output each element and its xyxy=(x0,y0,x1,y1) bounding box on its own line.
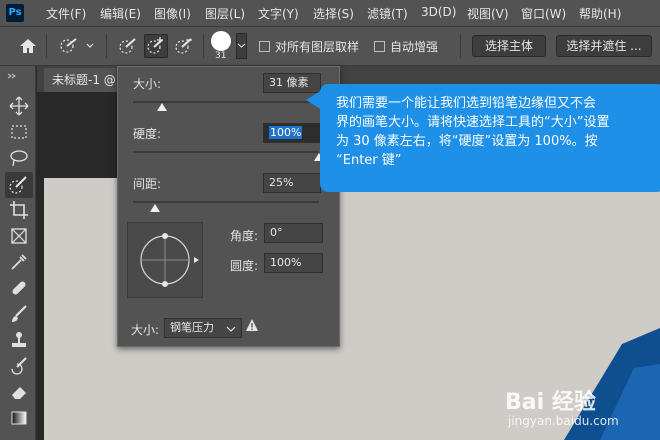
frame-tool-icon[interactable] xyxy=(8,225,30,247)
crop-tool-icon[interactable] xyxy=(8,199,30,221)
menu-filter[interactable]: 滤镜(T) xyxy=(367,5,408,22)
separator xyxy=(106,34,107,58)
instruction-tooltip: 我们需要一个能让我们选到铅笔边缘但又不会 界的画笔大小。请将快速选择工具的“大小… xyxy=(320,84,660,192)
brush-tip-shape-editor[interactable] xyxy=(127,222,203,298)
lasso-tool-icon[interactable] xyxy=(8,147,30,169)
auto-enhance-checkbox[interactable] xyxy=(374,41,385,52)
tooltip-text: 我们需要一个能让我们选到铅笔边缘但又不会 界的画笔大小。请将快速选择工具的“大小… xyxy=(336,96,610,168)
auto-enhance-label: 自动增强 xyxy=(390,40,439,54)
brush-preview-icon[interactable] xyxy=(211,31,231,51)
subtract-from-selection-icon[interactable] xyxy=(173,36,195,56)
menu-layer[interactable]: 图层(L) xyxy=(205,5,245,22)
roundness-field[interactable]: 100% xyxy=(264,253,323,273)
menu-help[interactable]: 帮助(H) xyxy=(579,5,621,22)
gradient-tool-icon[interactable] xyxy=(8,407,30,429)
size-slider-thumb[interactable] xyxy=(157,103,167,111)
baidu-watermark-logo: Bai 经验 xyxy=(505,390,596,415)
chevron-down-icon xyxy=(226,326,236,332)
new-selection-icon[interactable] xyxy=(117,36,139,56)
select-and-mask-button[interactable]: 选择并遮住 ... xyxy=(556,35,652,57)
clone-stamp-tool-icon[interactable] xyxy=(8,329,30,351)
size-label: 大小: xyxy=(133,77,162,91)
spacing-slider-thumb[interactable] xyxy=(150,204,160,212)
roundness-label: 圆度: xyxy=(230,259,259,273)
pen-pressure-select[interactable]: 钢笔压力 xyxy=(164,318,242,338)
menu-bar: Ps 文件(F) 编辑(E) 图像(I) 图层(L) 文字(Y) 选择(S) 滤… xyxy=(0,0,660,26)
sample-all-layers-label: 对所有图层取样 xyxy=(275,40,360,54)
move-tool-icon[interactable] xyxy=(8,95,30,117)
brush-tool-icon[interactable] xyxy=(8,303,30,325)
sample-all-layers-checkbox[interactable] xyxy=(259,41,270,52)
brush-picker-button[interactable] xyxy=(236,33,247,59)
menu-file[interactable]: 文件(F) xyxy=(46,5,86,22)
spacing-slider-track[interactable] xyxy=(133,201,319,203)
menu-view[interactable]: 视图(V) xyxy=(467,5,509,22)
brush-size-readout: 31 xyxy=(215,51,227,61)
eraser-tool-icon[interactable] xyxy=(8,381,30,403)
menu-image[interactable]: 图像(I) xyxy=(154,5,191,22)
hardness-field[interactable]: 100% xyxy=(263,123,321,143)
spacing-field[interactable]: 25% xyxy=(263,173,321,193)
document-tab[interactable]: 未标题-1 @ xyxy=(44,68,126,92)
add-to-selection-icon[interactable] xyxy=(144,34,168,58)
spacing-label: 间距: xyxy=(133,177,162,191)
select-subject-button[interactable]: 选择主体 xyxy=(472,35,546,57)
home-icon[interactable] xyxy=(18,37,38,55)
separator xyxy=(460,34,461,58)
eyedropper-tool-icon[interactable] xyxy=(8,251,30,273)
photoshop-logo[interactable]: Ps xyxy=(6,4,24,22)
hardness-slider-track[interactable] xyxy=(133,151,319,153)
history-brush-tool-icon[interactable] xyxy=(8,355,30,377)
baidu-watermark-url: jingyan.baidu.com xyxy=(508,414,619,428)
menu-3d[interactable]: 3D(D) xyxy=(421,5,456,19)
hardness-value-selected: 100% xyxy=(269,126,303,139)
menu-window[interactable]: 窗口(W) xyxy=(521,5,566,22)
separator xyxy=(46,34,47,58)
menu-type[interactable]: 文字(Y) xyxy=(258,5,299,22)
angle-field[interactable]: 0° xyxy=(264,223,323,243)
menu-select[interactable]: 选择(S) xyxy=(313,5,354,22)
tool-preset-picker[interactable] xyxy=(56,36,96,56)
menu-edit[interactable]: 编辑(E) xyxy=(100,5,141,22)
panel-collapse-icon[interactable] xyxy=(6,68,30,79)
marquee-tool-icon[interactable] xyxy=(8,121,30,143)
hardness-label: 硬度: xyxy=(133,127,162,141)
separator xyxy=(203,34,204,58)
pen-pressure-value: 钢笔压力 xyxy=(170,321,214,334)
warning-icon xyxy=(245,318,259,332)
healing-brush-tool-icon[interactable] xyxy=(8,277,30,299)
pen-size-label: 大小: xyxy=(131,323,160,337)
angle-label: 角度: xyxy=(230,229,259,243)
quick-selection-tool-icon[interactable] xyxy=(5,172,33,198)
